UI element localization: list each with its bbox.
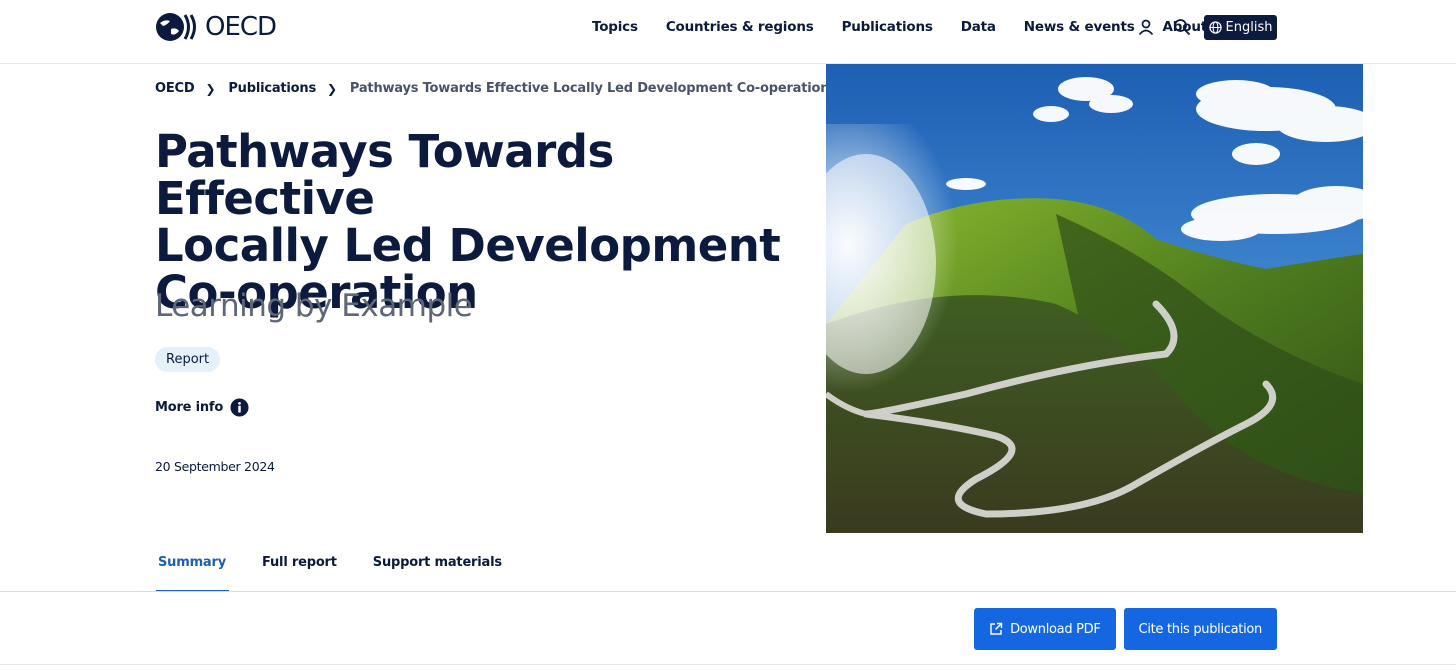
chevron-right-icon: ❯: [327, 81, 337, 96]
download-pdf-button[interactable]: Download PDF: [974, 608, 1116, 650]
globe-icon: [1208, 21, 1222, 34]
publication-date: 20 September 2024: [155, 459, 275, 474]
user-icon[interactable]: [1137, 18, 1155, 36]
nav-countries-regions[interactable]: Countries & regions: [666, 18, 814, 36]
action-bar: Download PDF Cite this publication: [974, 608, 1277, 650]
info-icon[interactable]: [230, 398, 249, 417]
nav-data[interactable]: Data: [961, 18, 996, 36]
bottom-divider: [0, 664, 1456, 665]
oecd-logo[interactable]: OECD: [155, 12, 277, 42]
breadcrumb: OECD ❯ Publications ❯ Pathways Towards E…: [155, 81, 830, 96]
cite-publication-label: Cite this publication: [1138, 621, 1263, 637]
cite-publication-button[interactable]: Cite this publication: [1123, 608, 1277, 650]
search-icon[interactable]: [1173, 18, 1191, 36]
nav-publications[interactable]: Publications: [842, 18, 933, 36]
title-line: Pathways Towards Effective: [155, 125, 614, 225]
nav-topics[interactable]: Topics: [592, 18, 638, 36]
tab-full-report[interactable]: Full report: [259, 554, 340, 592]
tab-support-materials[interactable]: Support materials: [370, 554, 505, 592]
type-badge: Report: [155, 347, 221, 372]
hero-image: [826, 64, 1363, 533]
more-info-label: More info: [155, 400, 224, 415]
external-link-icon: [990, 622, 1003, 635]
chevron-right-icon: ❯: [205, 81, 216, 96]
nav-news-events[interactable]: News & events: [1024, 18, 1135, 36]
breadcrumb-current: Pathways Towards Effective Locally Led D…: [349, 81, 830, 96]
title-line: Locally Led Development: [155, 219, 781, 272]
tab-summary[interactable]: Summary: [155, 554, 229, 592]
logo-text: OECD: [205, 12, 277, 42]
breadcrumb-publications[interactable]: Publications: [228, 81, 316, 96]
language-button[interactable]: English: [1204, 15, 1277, 40]
breadcrumb-oecd[interactable]: OECD: [155, 81, 195, 96]
download-pdf-label: Download PDF: [1010, 621, 1101, 637]
tabs-divider: [0, 591, 1456, 592]
publication-tabs: Summary Full report Support materials: [155, 554, 535, 592]
page-subtitle: Learning by Example: [155, 288, 473, 324]
language-label: English: [1225, 20, 1273, 35]
more-info-toggle[interactable]: More info: [155, 398, 249, 417]
site-header: OECD Topics Countries & regions Publicat…: [0, 0, 1456, 64]
oecd-globe-icon: [156, 13, 196, 41]
